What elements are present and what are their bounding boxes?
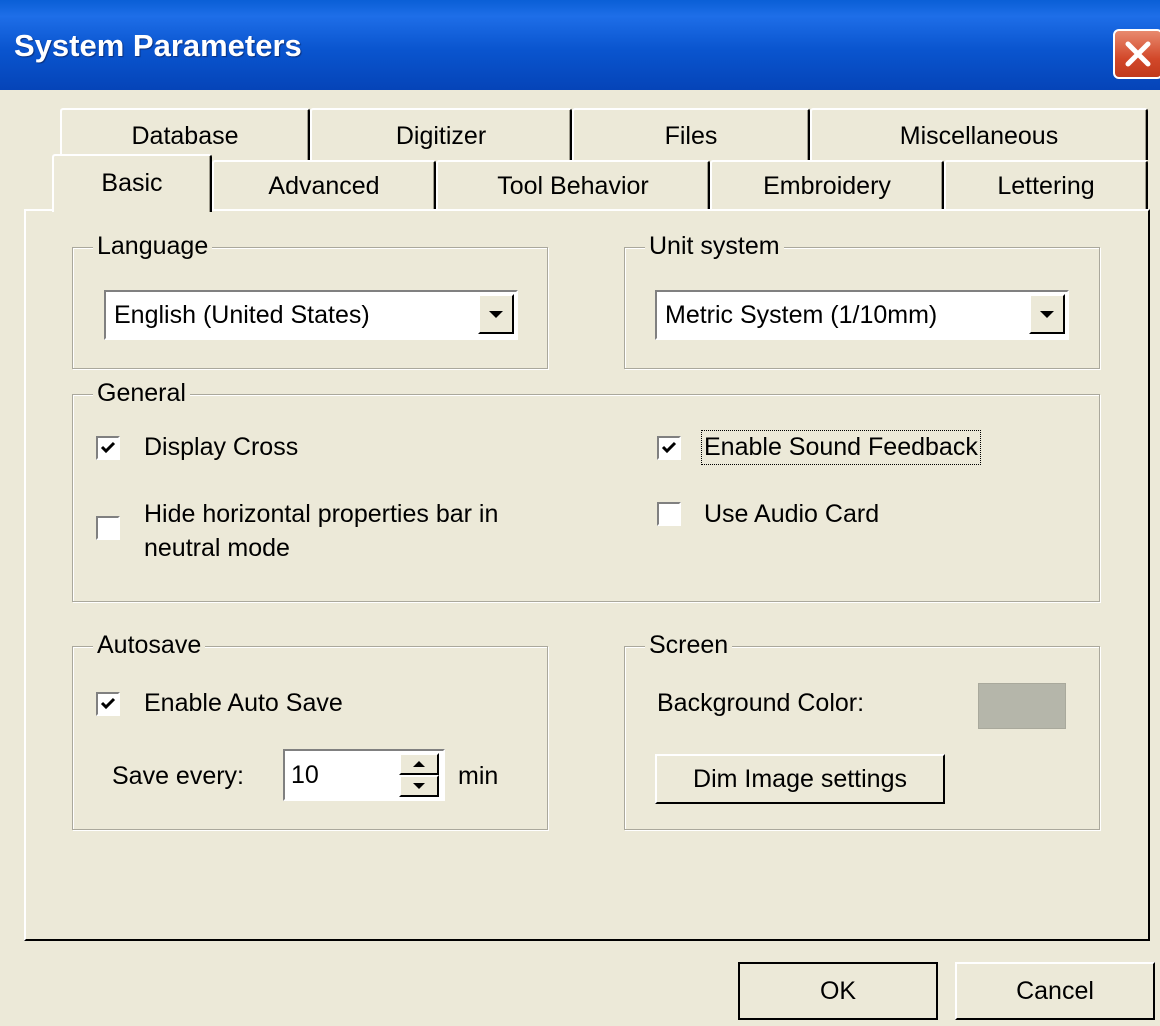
title-bar[interactable]: System Parameters bbox=[0, 0, 1160, 90]
spin-down-button[interactable] bbox=[399, 775, 439, 797]
hide-properties-bar-label-line2[interactable]: neutral mode bbox=[144, 534, 290, 563]
cancel-label: Cancel bbox=[1016, 977, 1094, 1005]
tab-lettering[interactable]: Lettering bbox=[944, 160, 1148, 209]
dropdown-arrow-icon bbox=[1040, 311, 1054, 318]
tab-label: Lettering bbox=[997, 172, 1095, 200]
autosave-legend: Autosave bbox=[93, 631, 206, 660]
display-cross-checkbox[interactable] bbox=[96, 436, 120, 460]
sound-feedback-label[interactable]: Enable Sound Feedback bbox=[701, 430, 981, 465]
tab-label: Database bbox=[131, 122, 239, 150]
tab-label: Miscellaneous bbox=[899, 122, 1059, 150]
check-icon bbox=[100, 697, 116, 710]
enable-autosave-label[interactable]: Enable Auto Save bbox=[144, 689, 343, 718]
enable-autosave-checkbox[interactable] bbox=[96, 692, 120, 716]
audio-card-checkbox[interactable] bbox=[657, 502, 681, 526]
ok-label: OK bbox=[819, 977, 857, 1005]
unit-system-select[interactable]: Metric System (1/10mm) bbox=[655, 290, 1069, 340]
window-title: System Parameters bbox=[14, 28, 302, 63]
check-icon bbox=[661, 441, 677, 454]
background-color-swatch[interactable] bbox=[978, 683, 1066, 729]
general-group: General bbox=[72, 379, 1100, 602]
spin-up-icon bbox=[413, 761, 425, 767]
tab-miscellaneous[interactable]: Miscellaneous bbox=[810, 108, 1148, 160]
unit-system-legend: Unit system bbox=[645, 232, 784, 261]
ok-button[interactable]: OK bbox=[738, 962, 938, 1020]
tab-label: Embroidery bbox=[763, 172, 891, 200]
hide-properties-bar-checkbox[interactable] bbox=[96, 516, 120, 540]
tab-label: Tool Behavior bbox=[497, 172, 649, 200]
autosave-interval-value: 10 bbox=[291, 761, 319, 789]
spin-down-icon bbox=[413, 783, 425, 789]
close-button[interactable] bbox=[1113, 29, 1160, 79]
tab-digitizer[interactable]: Digitizer bbox=[310, 108, 572, 160]
autosave-group: Autosave bbox=[72, 631, 548, 830]
sound-feedback-checkbox[interactable] bbox=[657, 436, 681, 460]
dim-image-settings-button[interactable]: Dim Image settings bbox=[655, 754, 945, 804]
cancel-button[interactable]: Cancel bbox=[955, 962, 1155, 1020]
general-legend: General bbox=[93, 379, 190, 408]
language-dropdown-button[interactable] bbox=[478, 294, 514, 334]
tab-label: Advanced bbox=[268, 172, 380, 200]
interval-unit-label: min bbox=[458, 762, 499, 790]
language-legend: Language bbox=[93, 232, 213, 261]
tab-tool-behavior[interactable]: Tool Behavior bbox=[436, 160, 710, 209]
tab-advanced[interactable]: Advanced bbox=[212, 160, 436, 209]
autosave-interval-input[interactable]: 10 bbox=[283, 749, 445, 801]
unit-system-value: Metric System (1/10mm) bbox=[665, 301, 938, 329]
unit-system-dropdown-button[interactable] bbox=[1029, 294, 1065, 334]
display-cross-label[interactable]: Display Cross bbox=[144, 433, 298, 462]
tab-label: Basic bbox=[101, 169, 163, 197]
tab-files[interactable]: Files bbox=[572, 108, 810, 160]
close-icon bbox=[1125, 41, 1151, 67]
tab-label: Files bbox=[664, 122, 718, 150]
dim-image-settings-label: Dim Image settings bbox=[693, 765, 907, 793]
language-value: English (United States) bbox=[114, 301, 370, 329]
spin-up-button[interactable] bbox=[399, 753, 439, 775]
hide-properties-bar-label-line1[interactable]: Hide horizontal properties bar in bbox=[144, 500, 498, 529]
tab-database[interactable]: Database bbox=[60, 108, 310, 160]
screen-legend: Screen bbox=[645, 631, 733, 660]
check-icon bbox=[100, 441, 116, 454]
audio-card-label[interactable]: Use Audio Card bbox=[704, 500, 879, 529]
tab-basic[interactable]: Basic bbox=[52, 154, 212, 212]
background-color-label: Background Color: bbox=[657, 689, 865, 717]
tab-embroidery[interactable]: Embroidery bbox=[710, 160, 944, 209]
dropdown-arrow-icon bbox=[489, 311, 503, 318]
save-every-label: Save every: bbox=[112, 762, 245, 790]
tab-label: Digitizer bbox=[395, 122, 487, 150]
language-select[interactable]: English (United States) bbox=[104, 290, 518, 340]
